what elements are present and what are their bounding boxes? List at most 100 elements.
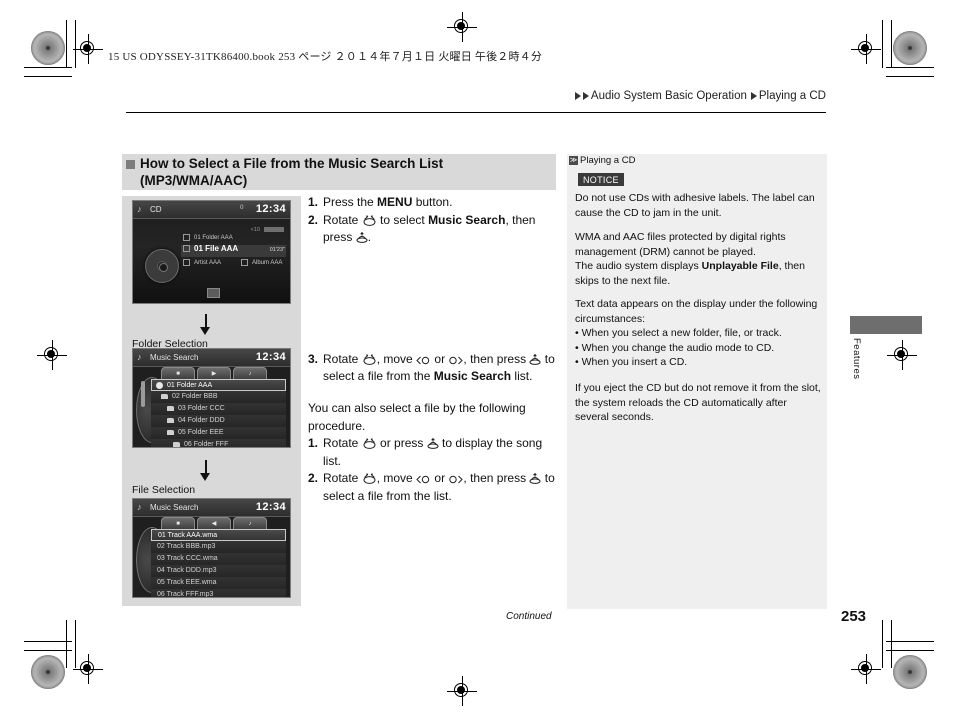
cd-file-time: 01'23" [269, 247, 285, 253]
folder-icon [167, 429, 174, 435]
page-title-line1: How to Select a File from the Music Sear… [140, 156, 444, 171]
alternate-procedure: You can also select a file by the follow… [308, 400, 560, 505]
crop-mark-tr-h2 [886, 76, 934, 77]
folder-scrollbar[interactable] [141, 381, 145, 407]
list-item[interactable]: 01 Track AAA.wma [151, 529, 286, 541]
screenshot-cd-playback: ♪ CD 0 12:34 <10 01 Folder AAA 01 File A… [132, 200, 291, 304]
notice-paragraph-2a: WMA and AAC files protected by digital r… [575, 231, 786, 258]
cd-disc-icon [145, 249, 179, 283]
press-knob-icon [356, 232, 368, 243]
crop-mark-tr-h [886, 67, 934, 68]
crop-mark-tr-v [882, 20, 883, 68]
crop-mark-br-v2 [891, 620, 892, 668]
step-1: 1. Press the MENU button. [308, 194, 560, 212]
caption-file-selection: File Selection [132, 484, 196, 496]
header-divider [126, 112, 826, 113]
crosshair-left-middle [37, 340, 67, 370]
crosshair-bottom-left [73, 654, 103, 684]
step-3: 3. Rotate , move or , then press to sele… [308, 351, 560, 386]
crosshair-top-right [851, 34, 881, 64]
crop-mark-tl-h [24, 67, 72, 68]
cd-artist-icon [183, 259, 190, 266]
crop-mark-bl-h [24, 641, 72, 642]
alt-step-2-text: Rotate , move or , then press to select … [323, 471, 555, 503]
folder-icon [167, 405, 174, 411]
folder-list: 01 Folder AAA 02 Folder BBB 03 Folder CC… [151, 379, 286, 447]
notice-paragraph-2: WMA and AAC files protected by digital r… [575, 230, 823, 288]
notice-paragraph-2b: The audio system displays Unplayable Fil… [575, 260, 805, 287]
move-left-icon [416, 475, 430, 484]
print-slugline: 15 US ODYSSEY-31TK86400.book 253 ページ ２０１… [108, 51, 543, 63]
section-thumb-label: Features [851, 338, 862, 380]
screenshot-file-selection: ♪ Music Search 12:34 ■ ◀ ♪ 01 Track AAA.… [132, 498, 291, 598]
folder-icon [167, 417, 174, 423]
music-note-icon: ♪ [137, 204, 142, 214]
notice-paragraph-3: Text data appears on the display under t… [575, 297, 823, 370]
list-item: • When you change the audio mode to CD. [575, 341, 775, 354]
cd-signal-status: 0 [240, 205, 244, 211]
page-title-line2: (MP3/WMA/AAC) [140, 173, 248, 188]
crop-mark-bl-v2 [75, 620, 76, 668]
cd-file-icon [183, 245, 190, 253]
list-item[interactable]: 06 Track FFF.mp3 [151, 589, 286, 597]
breadcrumb: Audio System Basic Operation Playing a C… [574, 90, 826, 102]
breadcrumb-topic: Playing a CD [758, 90, 826, 102]
sidebar-marker-icon: ≫ [569, 156, 578, 165]
file-screen-title: Music Search [150, 503, 199, 512]
step-2: 2. Rotate to select Music Search, then p… [308, 212, 560, 247]
press-knob-icon [529, 473, 541, 484]
move-right-icon [449, 475, 464, 484]
folder-screen-title: Music Search [150, 353, 199, 362]
rotary-knob-icon [363, 438, 376, 449]
folder-clock: 12:34 [255, 351, 286, 363]
folder-icon [173, 441, 180, 447]
crop-mark-bl-v [66, 620, 67, 668]
rotary-knob-icon [363, 473, 376, 484]
cd-screen-title: CD [150, 205, 162, 214]
breadcrumb-arrow-icon-3 [750, 92, 757, 100]
continued-label: Continued [506, 611, 552, 622]
cd-folder-icon [183, 234, 190, 241]
registration-circle-top-right [893, 31, 927, 65]
crop-mark-tl-v2 [75, 20, 76, 68]
section-thumb-tab [850, 316, 922, 334]
rotary-knob-icon [363, 215, 376, 226]
page-title: How to Select a File from the Music Sear… [140, 155, 560, 189]
alt-step-1: 1. Rotate or press to display the song l… [308, 435, 560, 470]
list-item[interactable]: 01 Folder AAA [151, 379, 286, 391]
breadcrumb-section: Audio System Basic Operation [590, 90, 747, 102]
crosshair-top-left [73, 34, 103, 64]
instruction-steps: 1. Press the MENU button. 2. Rotate to s… [308, 194, 560, 386]
cd-row-file: 01 File AAA [183, 244, 238, 253]
crop-mark-tl-v [66, 20, 67, 68]
alt-step-2-number: 2. [308, 471, 319, 485]
folder-icon [161, 393, 168, 399]
notice-paragraph-4: If you eject the CD but do not remove it… [575, 382, 821, 423]
notice-badge: NOTICE [578, 173, 624, 186]
move-left-icon [416, 356, 430, 364]
step-3-number: 3. [308, 351, 319, 366]
cd-row-artist: Artist AAA [183, 259, 221, 266]
registration-circle-top-left [31, 31, 65, 65]
press-knob-icon [529, 353, 541, 365]
list-item: • When you insert a CD. [575, 356, 688, 368]
list-item: • When you select a new folder, file, or… [575, 327, 782, 339]
sidebar-title: Playing a CD [580, 155, 636, 166]
alt-step-1-text: Rotate or press to display the song list… [323, 436, 543, 468]
registration-circle-bottom-left [31, 655, 65, 689]
crosshair-top-center [447, 12, 477, 42]
crosshair-right-middle [887, 340, 917, 370]
notice-list-intro: Text data appears on the display under t… [575, 298, 818, 325]
crop-mark-br-h [886, 641, 934, 642]
notice-paragraph-1: Do not use CDs with adhesive labels. The… [575, 192, 815, 219]
crop-mark-br-h2 [886, 650, 934, 651]
cd-album-icon [241, 259, 248, 266]
crop-mark-tr-v2 [891, 20, 892, 68]
breadcrumb-arrow-icon-1 [574, 92, 581, 100]
file-clock: 12:34 [255, 501, 286, 513]
step-3-text: Rotate , move or , then press to select … [323, 351, 555, 384]
press-knob-icon [427, 438, 439, 449]
step-1-text: Press the MENU button. [323, 195, 453, 209]
alt-step-1-number: 1. [308, 436, 319, 450]
list-item[interactable]: 06 Folder FFF [151, 439, 286, 447]
